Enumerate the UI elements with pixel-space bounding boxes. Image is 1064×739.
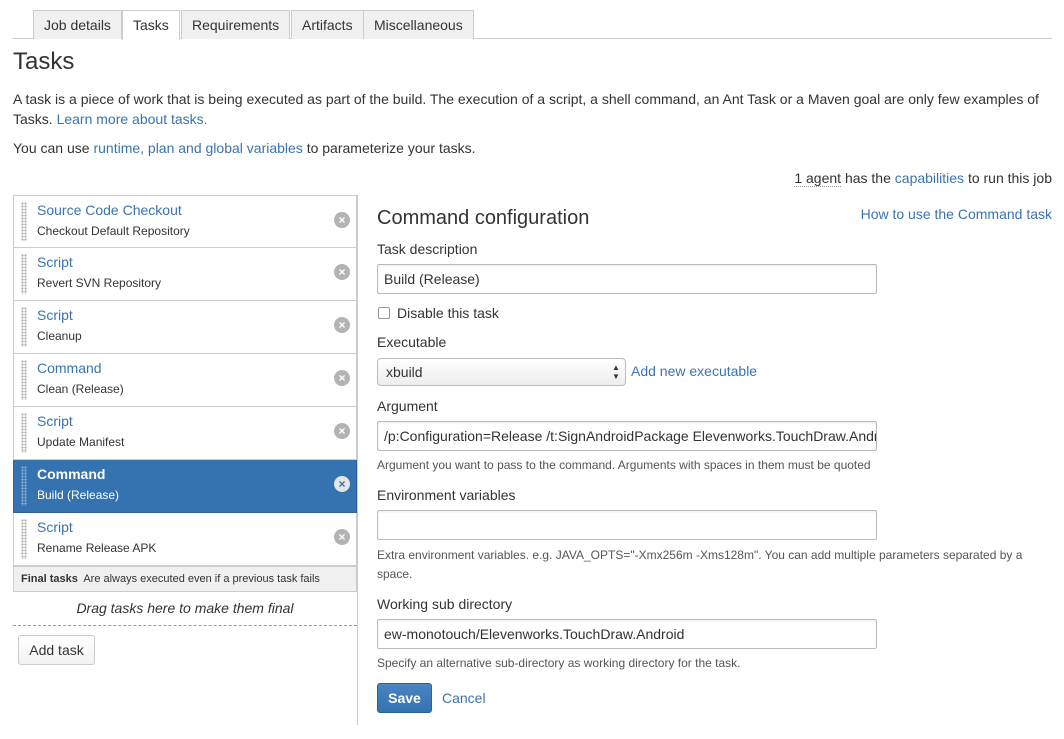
argument-input[interactable]: /p:Configuration=Release /t:SignAndroidP…: [377, 421, 877, 451]
learn-more-link[interactable]: Learn more about tasks.: [57, 111, 208, 127]
tab-miscellaneous[interactable]: Miscellaneous: [363, 10, 474, 39]
page-title: Tasks: [13, 48, 75, 75]
task-item[interactable]: Source Code Checkout Checkout Default Re…: [13, 195, 357, 248]
task-description-label: Task description: [377, 241, 478, 257]
task-description: Checkout Default Repository: [37, 224, 190, 238]
tab-bar: Job details Tasks Requirements Artifacts…: [13, 10, 1052, 40]
task-item[interactable]: Command Clean (Release) ×: [13, 354, 357, 407]
config-title: Command configuration: [377, 207, 590, 229]
final-tasks-note: Are always executed even if a previous t…: [83, 573, 320, 585]
close-circle-icon[interactable]: ×: [334, 212, 350, 228]
disable-task-label[interactable]: Disable this task: [397, 305, 499, 321]
agent-count[interactable]: 1 agent: [794, 170, 842, 187]
add-task-button[interactable]: Add task: [18, 635, 95, 665]
argument-hint: Argument you want to pass to the command…: [377, 458, 871, 472]
disable-task-checkbox[interactable]: [378, 307, 390, 319]
env-variables-hint: Extra environment variables. e.g. JAVA_O…: [377, 548, 1023, 581]
close-circle-icon[interactable]: ×: [334, 529, 350, 545]
executable-select[interactable]: xbuild ▲ ▼: [377, 358, 626, 386]
executable-value: xbuild: [386, 364, 423, 380]
drag-handle-icon[interactable]: [21, 413, 27, 453]
drag-handle-icon[interactable]: [21, 360, 27, 400]
drag-handle-icon[interactable]: [21, 254, 27, 294]
executable-label: Executable: [377, 334, 447, 350]
cancel-button[interactable]: Cancel: [442, 690, 486, 706]
task-name[interactable]: Source Code Checkout: [37, 202, 182, 218]
drag-handle-icon[interactable]: [21, 519, 27, 559]
argument-label: Argument: [377, 398, 438, 414]
task-list: Source Code Checkout Checkout Default Re…: [13, 195, 357, 566]
final-tasks-title: Final tasks: [21, 573, 78, 585]
vars-suffix: to parameterize your tasks.: [306, 140, 476, 156]
drag-handle-icon[interactable]: [21, 466, 27, 506]
task-name[interactable]: Script: [37, 254, 73, 270]
command-help-link[interactable]: How to use the Command task: [861, 206, 1052, 222]
task-item[interactable]: Script Rename Release APK ×: [13, 513, 357, 566]
task-name[interactable]: Command: [37, 360, 102, 376]
task-item[interactable]: Script Update Manifest ×: [13, 407, 357, 460]
task-description: Cleanup: [37, 329, 82, 343]
working-dir-hint: Specify an alternative sub-directory as …: [377, 656, 741, 670]
save-button[interactable]: Save: [377, 683, 432, 713]
intro-paragraph: A task is a piece of work that is being …: [13, 89, 1058, 129]
agents-summary: 1 agent has the capabilities to run this…: [794, 170, 1052, 187]
close-circle-icon[interactable]: ×: [334, 264, 350, 280]
task-description: Rename Release APK: [37, 541, 157, 555]
task-name[interactable]: Command: [37, 466, 105, 482]
up-down-arrows-icon: ▲ ▼: [612, 363, 620, 381]
tab-artifacts[interactable]: Artifacts: [291, 10, 364, 39]
task-name[interactable]: Script: [37, 307, 73, 323]
agents-suffix: to run this job: [967, 170, 1052, 186]
task-description: Clean (Release): [37, 382, 124, 396]
variables-link[interactable]: runtime, plan and global variables: [93, 140, 302, 156]
working-dir-input[interactable]: ew-monotouch/Elevenworks.TouchDraw.Andro…: [377, 619, 877, 649]
task-description: Build (Release): [37, 488, 120, 502]
capabilities-link[interactable]: capabilities: [895, 170, 964, 186]
vars-prefix: You can use: [13, 140, 90, 156]
add-executable-link[interactable]: Add new executable: [631, 363, 757, 379]
task-item[interactable]: Script Cleanup ×: [13, 301, 357, 354]
task-item-selected[interactable]: Command Build (Release) ×: [13, 460, 357, 513]
working-dir-label: Working sub directory: [377, 596, 513, 612]
tab-requirements[interactable]: Requirements: [181, 10, 291, 39]
agents-mid: has the: [844, 170, 891, 186]
task-item[interactable]: Script Revert SVN Repository ×: [13, 248, 357, 301]
final-tasks-dropzone[interactable]: Drag tasks here to make them final: [13, 592, 357, 626]
variables-paragraph: You can use runtime, plan and global var…: [13, 140, 476, 156]
drag-handle-icon[interactable]: [21, 202, 27, 241]
task-description-input[interactable]: Build (Release): [377, 264, 877, 294]
column-divider: [357, 195, 358, 725]
env-variables-input[interactable]: [377, 510, 877, 540]
close-circle-icon[interactable]: ×: [334, 370, 350, 386]
close-circle-icon[interactable]: ×: [334, 476, 350, 492]
tab-tasks[interactable]: Tasks: [122, 10, 180, 40]
task-description: Revert SVN Repository: [37, 276, 162, 290]
tab-job-details[interactable]: Job details: [33, 10, 122, 39]
final-tasks-header: Final tasks Are always executed even if …: [13, 566, 357, 592]
drag-handle-icon[interactable]: [21, 307, 27, 347]
task-name[interactable]: Script: [37, 519, 73, 535]
task-name[interactable]: Script: [37, 413, 73, 429]
close-circle-icon[interactable]: ×: [334, 423, 350, 439]
close-circle-icon[interactable]: ×: [334, 317, 350, 333]
env-variables-label: Environment variables: [377, 487, 516, 503]
task-description: Update Manifest: [37, 435, 125, 449]
